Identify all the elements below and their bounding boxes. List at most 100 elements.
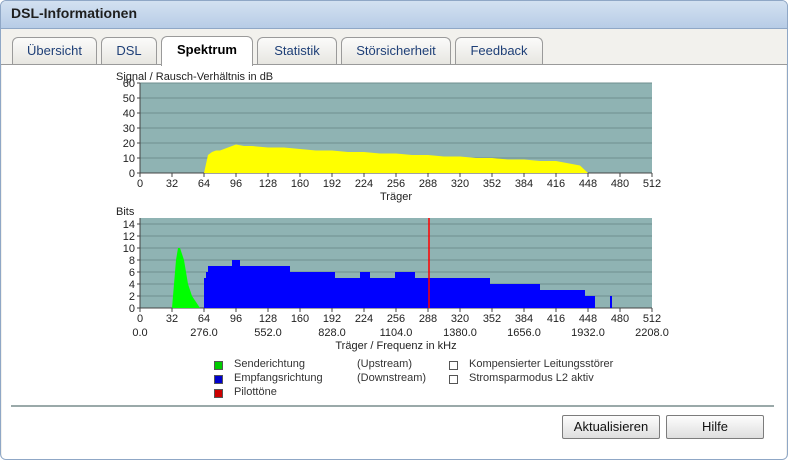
snr-y-tick-label: 10 xyxy=(123,153,135,165)
bits-x-tick-label: 384 xyxy=(515,313,533,325)
bits-x-tick-label: 512 xyxy=(643,313,661,325)
snr-x-tick-label: 160 xyxy=(291,178,309,190)
snr-y-tick-label: 60 xyxy=(123,78,135,90)
legend-downstream-direction: (Downstream) xyxy=(357,372,427,384)
snr-y-tick-label: 30 xyxy=(123,123,135,135)
downstream-bits-bar xyxy=(610,296,612,308)
snr-x-tick-label: 288 xyxy=(419,178,437,190)
snr-y-tick-label: 40 xyxy=(123,108,135,120)
snr-x-tick-label: 192 xyxy=(323,178,341,190)
bits-frequency-tick-label: 1932.0 xyxy=(571,327,605,339)
tab-spektrum[interactable]: Spektrum xyxy=(161,36,253,66)
downstream-bits-bar xyxy=(560,290,585,308)
bits-x-axis-label: Träger / Frequenz in kHz xyxy=(335,340,456,352)
downstream-bits-bar xyxy=(290,272,335,308)
downstream-color-swatch xyxy=(214,375,223,384)
bits-x-tick-label: 480 xyxy=(611,313,629,325)
downstream-bits-bar xyxy=(208,266,232,308)
dsl-info-window: DSL-Informationen Übersicht DSL Spektrum… xyxy=(0,0,788,460)
snr-x-tick-label: 384 xyxy=(515,178,533,190)
bits-x-tick-label: 160 xyxy=(291,313,309,325)
downstream-bits-bar xyxy=(204,278,206,308)
legend-pilot-label: Pilottöne xyxy=(234,386,277,398)
downstream-bits-bar xyxy=(585,296,595,308)
bits-chart-title: Bits xyxy=(116,206,135,218)
bits-y-tick-label: 0 xyxy=(129,303,135,315)
snr-x-tick-label: 128 xyxy=(259,178,277,190)
bits-y-tick-label: 12 xyxy=(123,231,135,243)
snr-x-tick-label: 64 xyxy=(198,178,210,190)
bits-frequency-tick-label: 1380.0 xyxy=(443,327,477,339)
snr-x-tick-label: 448 xyxy=(579,178,597,190)
snr-x-tick-label: 416 xyxy=(547,178,565,190)
bits-x-tick-label: 96 xyxy=(230,313,242,325)
downstream-bits-bar xyxy=(206,272,208,308)
snr-x-tick-label: 320 xyxy=(451,178,469,190)
bits-x-tick-label: 0 xyxy=(137,313,143,325)
legend-upstream-label: Senderichtung xyxy=(234,358,305,370)
bits-frequency-tick-label: 1104.0 xyxy=(380,327,413,339)
snr-x-tick-label: 352 xyxy=(483,178,501,190)
bits-x-tick-label: 128 xyxy=(259,313,277,325)
downstream-bits-bar xyxy=(395,272,415,308)
pilot-color-swatch xyxy=(214,389,223,398)
downstream-bits-bar xyxy=(232,260,240,308)
snr-x-tick-label: 0 xyxy=(137,178,143,190)
footer-separator xyxy=(11,405,774,407)
bits-frequency-tick-label: 0.0 xyxy=(132,327,147,339)
bits-frequency-tick-label: 552.0 xyxy=(254,327,282,339)
help-button[interactable]: Hilfe xyxy=(666,415,764,439)
tab-uebersicht[interactable]: Übersicht xyxy=(12,37,97,64)
bits-x-tick-label: 416 xyxy=(547,313,565,325)
bits-y-tick-label: 6 xyxy=(129,267,135,279)
downstream-bits-bar xyxy=(240,266,290,308)
tab-stoersicherheit[interactable]: Störsicherheit xyxy=(341,37,451,64)
bits-frequency-tick-label: 828.0 xyxy=(318,327,346,339)
downstream-bits-bar xyxy=(360,272,370,308)
legend-compensated-interferer: Kompensierter Leitungsstörer xyxy=(469,358,614,370)
bits-y-tick-label: 10 xyxy=(123,243,135,255)
tab-dsl[interactable]: DSL xyxy=(101,37,157,64)
bits-x-tick-label: 32 xyxy=(166,313,178,325)
snr-x-tick-label: 480 xyxy=(611,178,629,190)
tab-statistik[interactable]: Statistik xyxy=(257,37,337,64)
bits-x-tick-label: 288 xyxy=(419,313,437,325)
bits-frequency-tick-label: 276.0 xyxy=(190,327,218,339)
bits-x-tick-label: 192 xyxy=(323,313,341,325)
bits-frequency-tick-label: 1656.0 xyxy=(507,327,541,339)
bits-y-tick-label: 8 xyxy=(129,255,135,267)
legend-upstream-direction: (Upstream) xyxy=(357,358,413,370)
bits-x-tick-label: 224 xyxy=(355,313,373,325)
downstream-bits-bar xyxy=(335,278,360,308)
snr-y-tick-label: 50 xyxy=(123,93,135,105)
bits-x-tick-label: 64 xyxy=(198,313,210,325)
l2-powersave-swatch xyxy=(449,375,458,384)
snr-y-tick-label: 0 xyxy=(129,168,135,180)
bits-y-tick-label: 4 xyxy=(129,279,135,291)
downstream-bits-bar xyxy=(490,284,540,308)
snr-y-tick-label: 20 xyxy=(123,138,135,150)
snr-x-tick-label: 512 xyxy=(643,178,661,190)
snr-x-tick-label: 256 xyxy=(387,178,405,190)
downstream-bits-bar xyxy=(415,278,490,308)
bits-y-tick-label: 14 xyxy=(123,219,135,231)
tab-feedback[interactable]: Feedback xyxy=(455,37,543,64)
snr-x-tick-label: 224 xyxy=(355,178,373,190)
downstream-bits-bar xyxy=(370,278,395,308)
downstream-bits-bar xyxy=(540,290,560,308)
refresh-button[interactable]: Aktualisieren xyxy=(562,415,660,439)
bits-frequency-tick-label: 2208.0 xyxy=(635,327,669,339)
window-title: DSL-Informationen xyxy=(11,5,137,21)
upstream-color-swatch xyxy=(214,361,223,370)
bits-x-tick-label: 256 xyxy=(387,313,405,325)
bits-x-tick-label: 448 xyxy=(579,313,597,325)
snr-x-axis-label: Träger xyxy=(380,191,412,203)
legend-l2-powersave: Stromsparmodus L2 aktiv xyxy=(469,372,594,384)
title-bar: DSL-Informationen xyxy=(1,1,787,29)
snr-chart: Signal / Rausch-Verhältnis in dB 0 10 20 30… xyxy=(116,71,669,352)
snr-chart-title: Signal / Rausch-Verhältnis in dB xyxy=(116,71,273,83)
legend-downstream-label: Empfangsrichtung xyxy=(234,372,323,384)
snr-x-tick-label: 96 xyxy=(230,178,242,190)
bits-x-tick-label: 352 xyxy=(483,313,501,325)
spectrum-panel: Signal / Rausch-Verhältnis in dB 0 10 20 30… xyxy=(2,65,786,459)
